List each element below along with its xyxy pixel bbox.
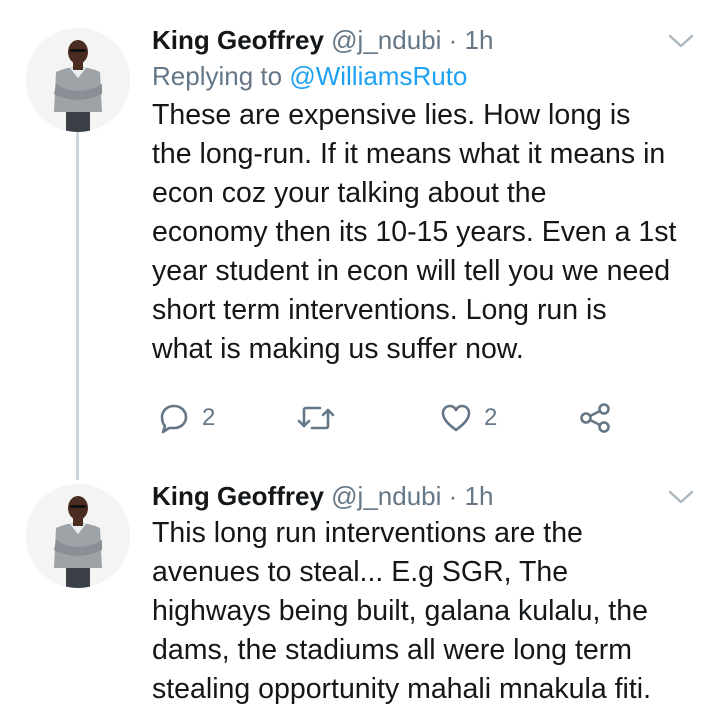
replying-to: Replying to @WilliamsRuto xyxy=(152,58,698,94)
tweet-text: These are expensive lies. How long is th… xyxy=(152,96,698,369)
share-icon xyxy=(580,403,610,433)
like-button[interactable]: 2 xyxy=(440,398,497,438)
author-name[interactable]: King Geoffrey xyxy=(152,481,324,511)
tweet-text-line: This long run interventions are the xyxy=(152,517,583,549)
tweet-text-line: stealing opportunity mahali mnakula fiti… xyxy=(152,673,652,705)
reply-count: 2 xyxy=(202,404,216,431)
retweet-button[interactable] xyxy=(296,398,336,438)
author-name[interactable]: King Geoffrey xyxy=(152,25,324,55)
tweet-header: King Geoffrey @j_ndubi · 1h xyxy=(152,22,698,58)
reply-icon xyxy=(160,404,188,434)
author-handle[interactable]: @j_ndubi xyxy=(331,481,441,511)
tweet-header: King Geoffrey @j_ndubi · 1h xyxy=(152,478,698,514)
avatar[interactable] xyxy=(26,484,130,588)
tweet-text-line: econ coz your talking about the xyxy=(152,177,547,209)
mention-link[interactable]: @WilliamsRuto xyxy=(289,61,467,91)
share-button[interactable] xyxy=(578,398,612,438)
heart-icon xyxy=(441,404,471,432)
thread-connector-line xyxy=(76,132,79,480)
author-handle[interactable]: @j_ndubi xyxy=(331,25,441,55)
tweet-text-line: economy then its 10-15 years. Even a 1st xyxy=(152,216,677,248)
separator-dot: · xyxy=(448,481,458,511)
avatar[interactable] xyxy=(26,28,130,132)
chevron-down-icon[interactable] xyxy=(668,489,694,505)
like-count: 2 xyxy=(484,404,498,431)
tweet-text-line: the long-run. If it means what it means … xyxy=(152,138,666,170)
tweet-text: This long run interventions are the aven… xyxy=(152,514,698,709)
tweet-text-line: what is making us suffer now. xyxy=(152,333,524,365)
retweet-icon xyxy=(297,406,335,430)
reply-button[interactable]: 2 xyxy=(158,398,215,438)
timestamp[interactable]: 1h xyxy=(465,481,494,511)
tweet-actions: 2 2 xyxy=(158,398,628,438)
chevron-down-icon[interactable] xyxy=(668,33,694,49)
tweet-text-line: short term interventions. Long run is xyxy=(152,294,607,326)
timestamp[interactable]: 1h xyxy=(465,25,494,55)
tweet-text-line: These are expensive lies. How long is xyxy=(152,99,631,131)
tweet-text-line: highways being built, galana kulalu, the xyxy=(152,595,648,627)
tweet-text-line: avenues to steal... E.g SGR, The xyxy=(152,556,569,588)
replying-to-prefix: Replying to xyxy=(152,61,290,91)
tweet-text-line: dams, the stadiums all were long term xyxy=(152,634,632,666)
separator-dot: · xyxy=(448,25,458,55)
tweet-text-line: year student in econ will tell you we ne… xyxy=(152,255,671,287)
